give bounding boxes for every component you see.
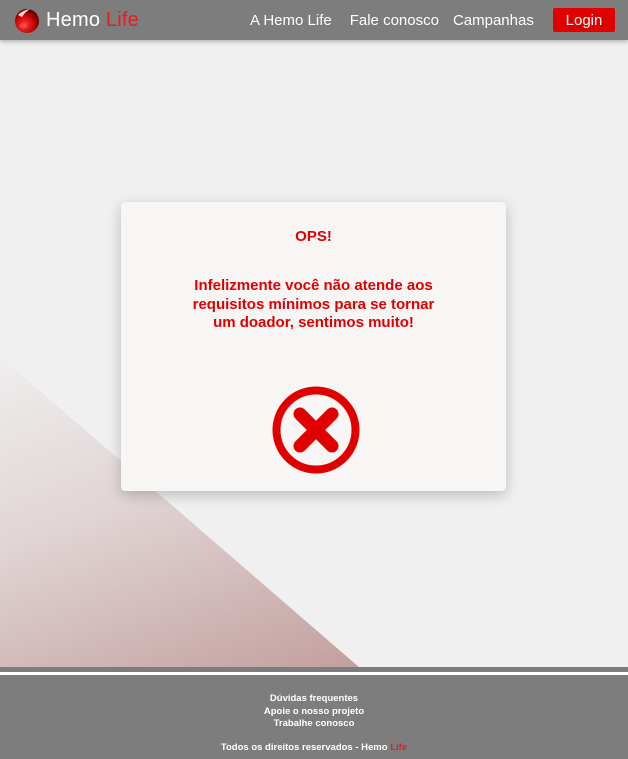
- top-navbar: Hemo Life A Hemo Life Fale conosco Campa…: [0, 0, 628, 40]
- nav-link-campaigns[interactable]: Campanhas: [453, 12, 534, 29]
- footer-link-careers[interactable]: Trabalhe conosco: [0, 718, 628, 731]
- blood-drop-logo-icon: [15, 9, 39, 33]
- modal-title: OPS!: [295, 228, 332, 245]
- footer-link-support[interactable]: Apoie o nosso projeto: [0, 706, 628, 719]
- footer-link-faq[interactable]: Dúvidas frequentes: [0, 693, 628, 706]
- brand-name-accent: Life: [105, 8, 139, 31]
- nav-link-about[interactable]: A Hemo Life: [250, 12, 332, 29]
- footer-links: Dúvidas frequentes Apoie o nosso projeto…: [0, 693, 628, 731]
- copyright-accent: Life: [390, 742, 408, 753]
- nav-link-contact[interactable]: Fale conosco: [350, 12, 439, 29]
- brand-logo-link[interactable]: Hemo Life: [13, 5, 139, 35]
- brand-name-primary: Hemo: [46, 8, 101, 31]
- error-x-icon: [272, 386, 360, 474]
- login-button[interactable]: Login: [553, 8, 615, 32]
- copyright-text: Todos os direitos reservados - Hemo: [220, 742, 388, 753]
- ineligible-modal: OPS! Infelizmente você não atende aos re…: [121, 202, 506, 491]
- footer-copyright: Todos os direitos reservados - Hemo Life: [0, 742, 628, 753]
- modal-message: Infelizmente você não atende aos requisi…: [192, 277, 435, 331]
- main-nav: A Hemo Life Fale conosco Campanhas: [250, 0, 552, 40]
- site-footer: Dúvidas frequentes Apoie o nosso projeto…: [0, 675, 628, 759]
- brand-name: Hemo Life: [46, 9, 139, 32]
